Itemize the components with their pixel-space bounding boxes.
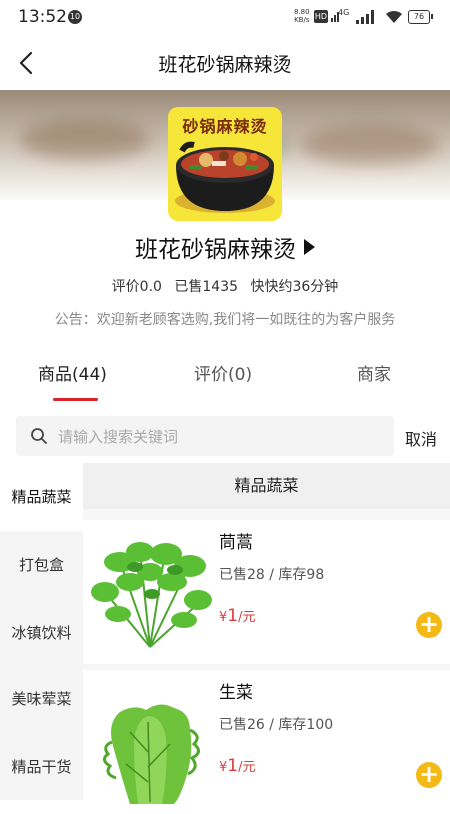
network-speed-value: 8.80 xyxy=(294,8,310,16)
product-item[interactable]: 生菜 已售26 / 库存100 ¥1/元 + xyxy=(83,670,450,814)
product-price: ¥1/元 xyxy=(219,606,256,626)
category-sidebar: 精品蔬菜 打包盒 冰镇饮料 美味荤菜 精品干货 xyxy=(0,463,83,800)
cancel-button[interactable]: 取消 xyxy=(405,426,437,450)
shop-delivery-time: 快快约36分钟 xyxy=(250,279,339,295)
search-icon xyxy=(31,428,47,444)
sidebar-item-drinks[interactable]: 冰镇饮料 xyxy=(0,599,83,667)
play-arrow-icon[interactable] xyxy=(304,239,315,255)
product-price: ¥1/元 xyxy=(219,756,256,776)
hd-icon: HD xyxy=(314,10,328,23)
shop-logo: 砂锅麻辣烫 xyxy=(168,107,282,221)
price-value: 1 xyxy=(227,606,239,626)
price-unit: /元 xyxy=(238,760,256,775)
tab-merchant[interactable]: 商家 xyxy=(357,360,391,385)
cell-signal-icon xyxy=(356,10,374,24)
network-speed: 8.80 KB/s xyxy=(294,8,310,24)
sidebar-item-meat[interactable]: 美味荤菜 xyxy=(0,665,83,733)
status-bar: 13:52 10 8.80 KB/s HD 4G 76 xyxy=(0,0,450,36)
tab-reviews[interactable]: 评价(0) xyxy=(194,360,252,385)
shop-rating: 评价0.0 xyxy=(111,279,162,295)
search-box xyxy=(16,416,394,458)
sidebar-item-vegetables[interactable]: 精品蔬菜 xyxy=(0,463,83,531)
active-tab-indicator xyxy=(53,398,98,401)
battery-icon: 76 xyxy=(408,10,433,24)
tab-goods[interactable]: 商品(44) xyxy=(38,360,107,385)
notification-badge: 10 xyxy=(68,10,82,24)
product-image-chrysanthemum xyxy=(90,532,214,654)
shop-sold: 已售1435 xyxy=(174,279,239,295)
tab-bar: 商品(44) 评价(0) 商家 xyxy=(0,350,450,400)
sidebar-item-dry-goods[interactable]: 精品干货 xyxy=(0,733,83,801)
shop-notice: 公告：欢迎新老顾客选购,我们将一如既往的为客户服务 xyxy=(54,312,396,328)
shop-name: 班花砂锅麻辣烫 xyxy=(135,237,296,263)
network-speed-unit: KB/s xyxy=(294,16,310,24)
status-time: 13:52 xyxy=(18,7,67,27)
search-input[interactable] xyxy=(56,416,390,458)
add-to-cart-button[interactable]: + xyxy=(416,762,442,788)
claypot-image xyxy=(175,141,275,213)
product-name: 生菜 xyxy=(219,683,253,703)
product-list: 精品蔬菜 茼蒿 已售28 / 库存98 ¥1/元 + 生菜 已售26 / 库存1… xyxy=(83,463,450,814)
product-stock: 已售26 / 库存100 xyxy=(219,717,334,733)
shop-stats: 评价0.0 已售1435 快快约36分钟 xyxy=(0,276,450,296)
product-image-lettuce xyxy=(90,682,214,804)
product-item[interactable]: 茼蒿 已售28 / 库存98 ¥1/元 + xyxy=(83,520,450,664)
product-name: 茼蒿 xyxy=(219,533,253,553)
network-type: 4G xyxy=(338,8,350,17)
wifi-icon xyxy=(386,10,402,23)
shop-name-row[interactable]: 班花砂锅麻辣烫 xyxy=(0,230,450,264)
product-stock: 已售28 / 库存98 xyxy=(219,567,325,583)
add-to-cart-button[interactable]: + xyxy=(416,612,442,638)
category-header: 精品蔬菜 xyxy=(83,463,450,509)
price-value: 1 xyxy=(227,756,239,776)
nav-bar: 班花砂锅麻辣烫 xyxy=(0,36,450,90)
sidebar-item-takeout-box[interactable]: 打包盒 xyxy=(0,531,83,599)
price-unit: /元 xyxy=(238,610,256,625)
page-title: 班花砂锅麻辣烫 xyxy=(158,54,292,76)
